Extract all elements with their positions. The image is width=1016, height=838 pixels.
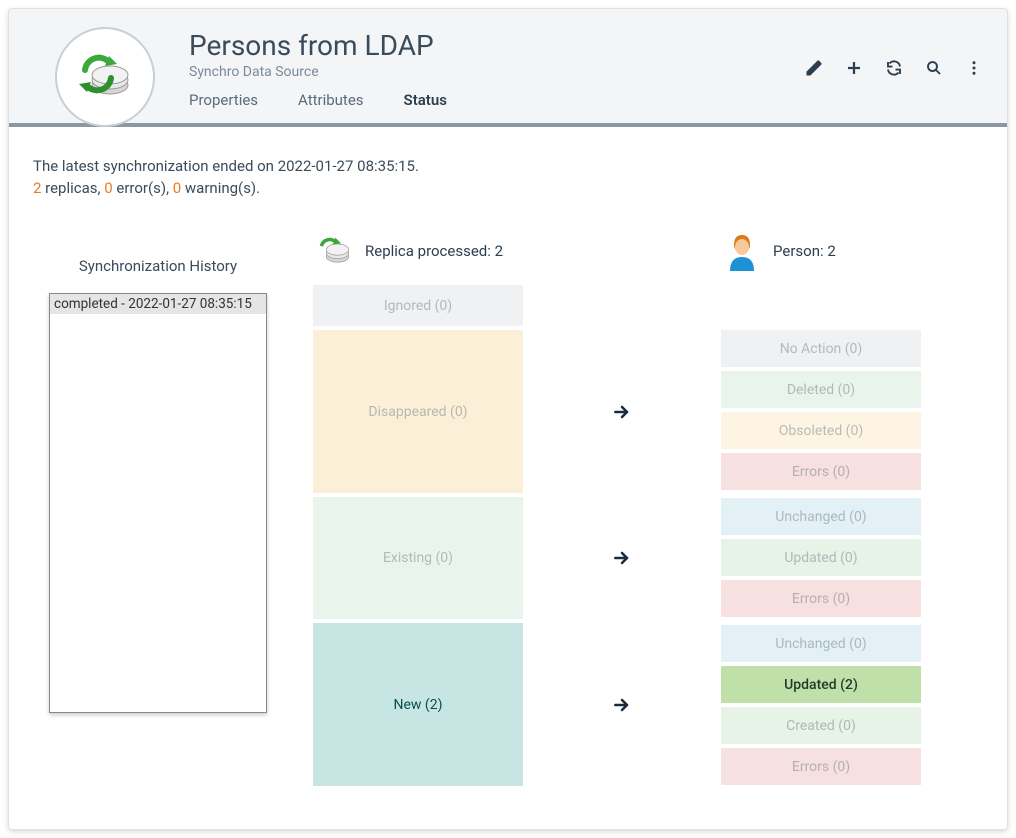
arrow-icon [527,330,717,493]
outcome-obsoleted: Obsoleted (0) [721,412,921,449]
outcome-created: Created (0) [721,707,921,744]
datasource-logo-icon [55,27,155,127]
arrow-icon [527,497,717,619]
status-existing: Existing (0) [313,497,523,619]
add-icon[interactable] [843,57,865,79]
outcome-unchanged: Unchanged (0) [721,498,921,535]
history-title: Synchronization History [33,257,283,275]
tab-properties[interactable]: Properties [189,91,258,115]
outcome-errors: Errors (0) [721,580,921,617]
more-icon[interactable] [963,57,985,79]
outcome-updated: Updated (0) [721,539,921,576]
person-column-header: Person: 2 [721,227,921,275]
status-new: New (2) [313,623,523,786]
replica-column-header: Replica processed: 2 [313,227,523,275]
outcome-updated-active: Updated (2) [721,666,921,703]
status-disappeared: Disappeared (0) [313,330,523,493]
outcome-unchanged: Unchanged (0) [721,625,921,662]
sync-summary-counts: 2 replicas, 0 error(s), 0 warning(s). [33,179,983,197]
warnings-count: 0 [173,179,181,197]
person-icon [721,230,763,272]
history-listbox[interactable]: completed - 2022-01-27 08:35:15 [49,293,267,713]
outcome-deleted: Deleted (0) [721,371,921,408]
outcome-errors: Errors (0) [721,453,921,490]
outcome-no-action: No Action (0) [721,330,921,367]
edit-icon[interactable] [803,57,825,79]
refresh-icon[interactable] [883,57,905,79]
errors-count: 0 [104,179,112,197]
tab-attributes[interactable]: Attributes [298,91,364,115]
status-ignored: Ignored (0) [313,285,523,326]
tab-status[interactable]: Status [404,91,447,115]
sync-summary-line: The latest synchronization ended on 2022… [33,157,983,175]
header-band: Persons from LDAP Synchro Data Source Pr… [9,9,1007,127]
outcome-errors: Errors (0) [721,748,921,785]
history-item[interactable]: completed - 2022-01-27 08:35:15 [50,294,266,314]
replica-icon [313,230,355,272]
search-icon[interactable] [923,57,945,79]
arrow-icon [527,623,717,786]
